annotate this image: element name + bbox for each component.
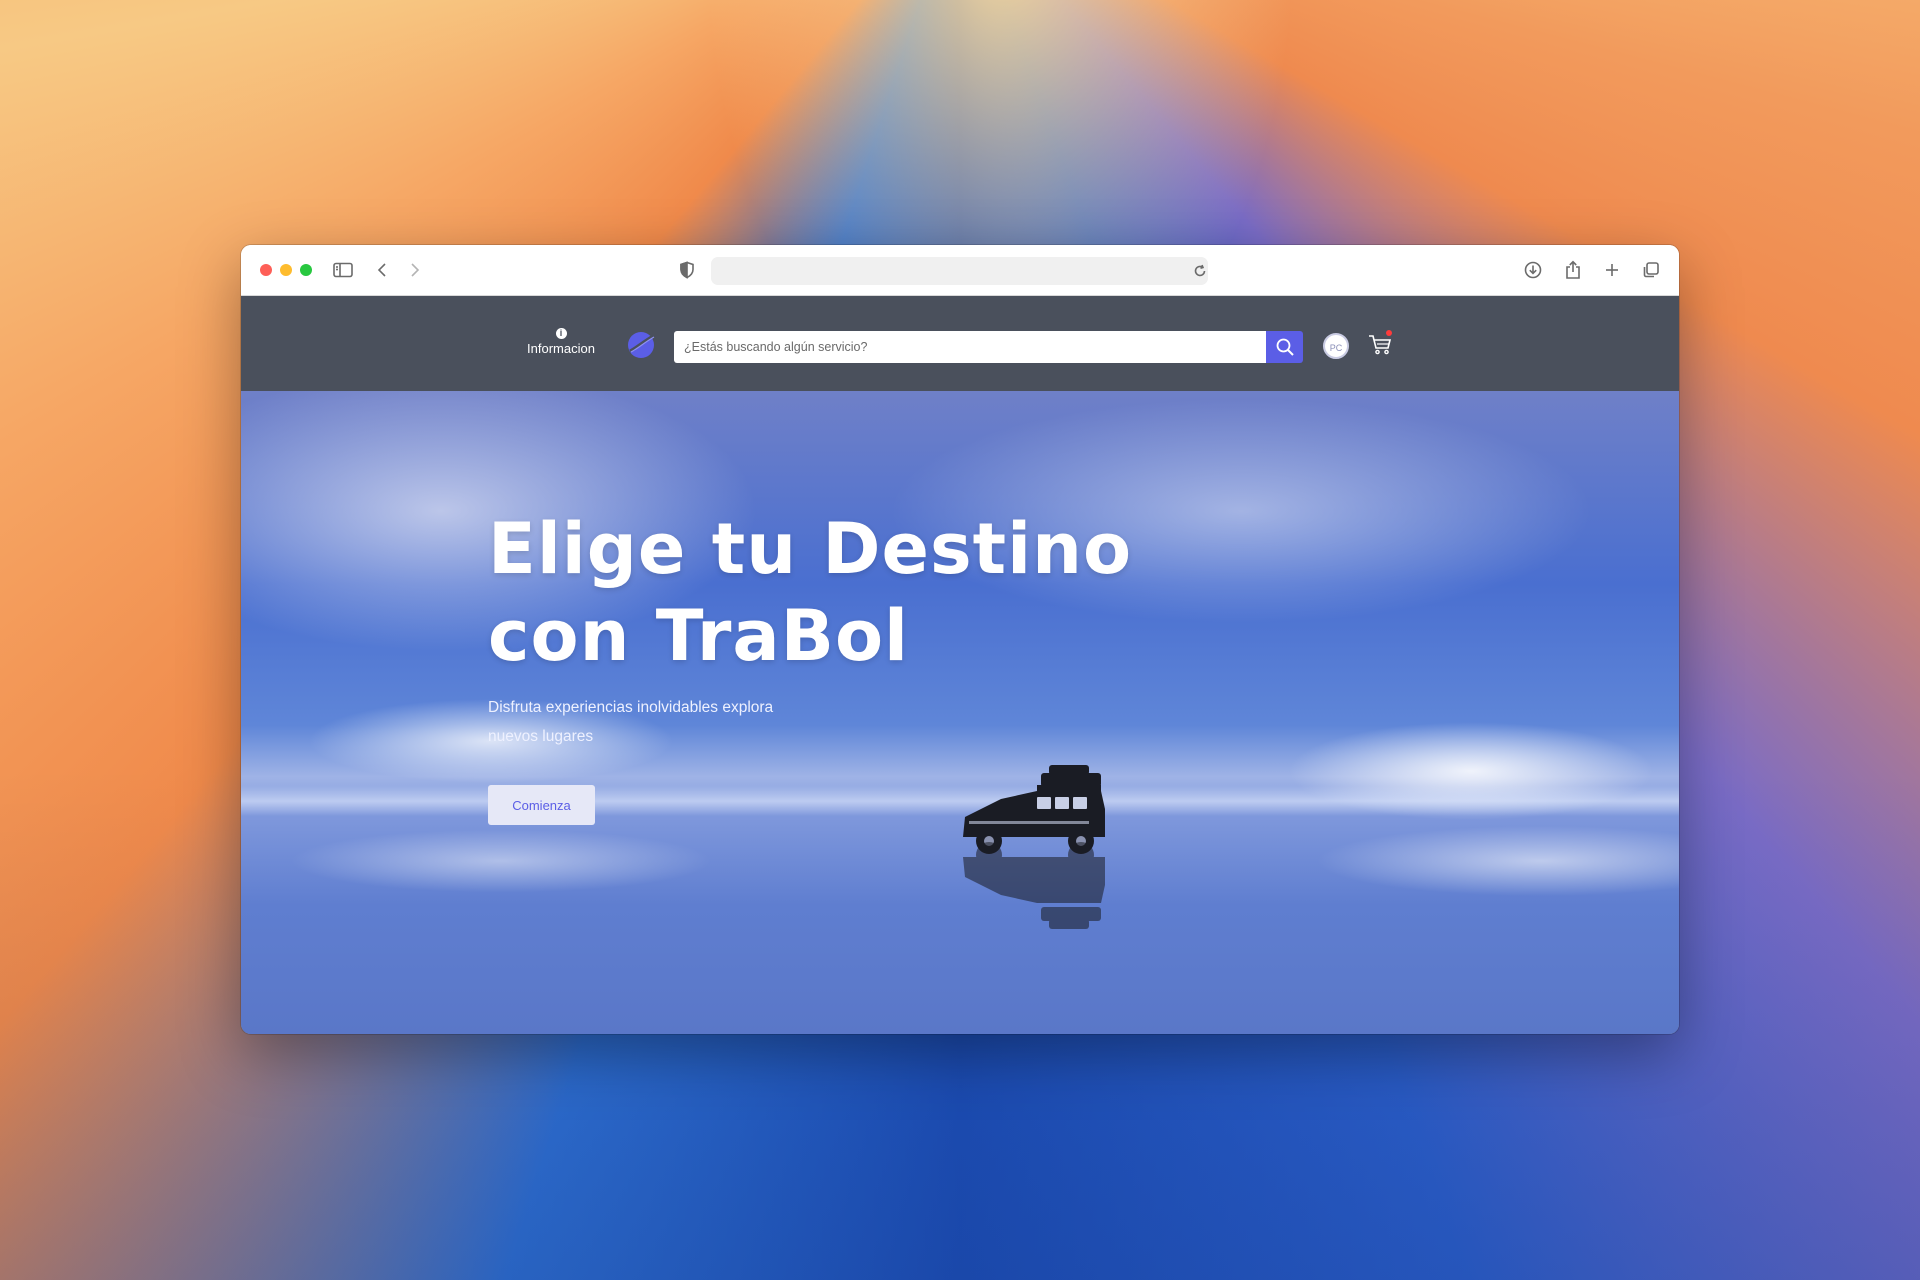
forward-chevron-icon[interactable]	[402, 258, 426, 282]
site-navbar: i Informacion PC	[241, 296, 1679, 391]
address-bar[interactable]	[711, 257, 1208, 285]
reload-icon[interactable]	[1188, 259, 1212, 283]
minimize-window-button[interactable]	[280, 264, 292, 276]
search-input[interactable]	[674, 331, 1266, 363]
hero-subtitle: Disfruta experiencias inolvidables explo…	[488, 699, 774, 745]
start-button[interactable]: Comienza	[488, 785, 595, 825]
tab-overview-icon[interactable]	[1639, 258, 1663, 282]
search-button[interactable]	[1266, 331, 1303, 363]
info-label: Informacion	[527, 341, 595, 356]
search-icon	[1276, 338, 1294, 356]
close-window-button[interactable]	[260, 264, 272, 276]
hero-title: Elige tu Destino con TraBol	[488, 508, 1133, 677]
zoom-window-button[interactable]	[300, 264, 312, 276]
share-icon[interactable]	[1561, 258, 1585, 282]
back-chevron-icon[interactable]	[371, 258, 395, 282]
search-bar	[674, 331, 1307, 363]
web-page: i Informacion PC	[241, 296, 1679, 1034]
browser-window: i Informacion PC	[241, 245, 1679, 1034]
hero-section: Elige tu Destino con TraBol Disfruta exp…	[241, 391, 1679, 1034]
download-icon[interactable]	[1521, 258, 1545, 282]
cart-button[interactable]	[1366, 330, 1394, 358]
avatar[interactable]: PC	[1323, 333, 1349, 359]
shield-icon[interactable]	[675, 258, 699, 282]
browser-toolbar	[241, 245, 1679, 296]
jeep-image	[963, 765, 1105, 929]
sidebar-icon[interactable]	[331, 258, 355, 282]
new-tab-plus-icon[interactable]	[1600, 258, 1624, 282]
info-icon: i	[555, 328, 567, 339]
logo-icon[interactable]	[626, 330, 656, 360]
cart-badge	[1386, 330, 1392, 336]
info-link[interactable]: i Informacion	[521, 328, 601, 356]
